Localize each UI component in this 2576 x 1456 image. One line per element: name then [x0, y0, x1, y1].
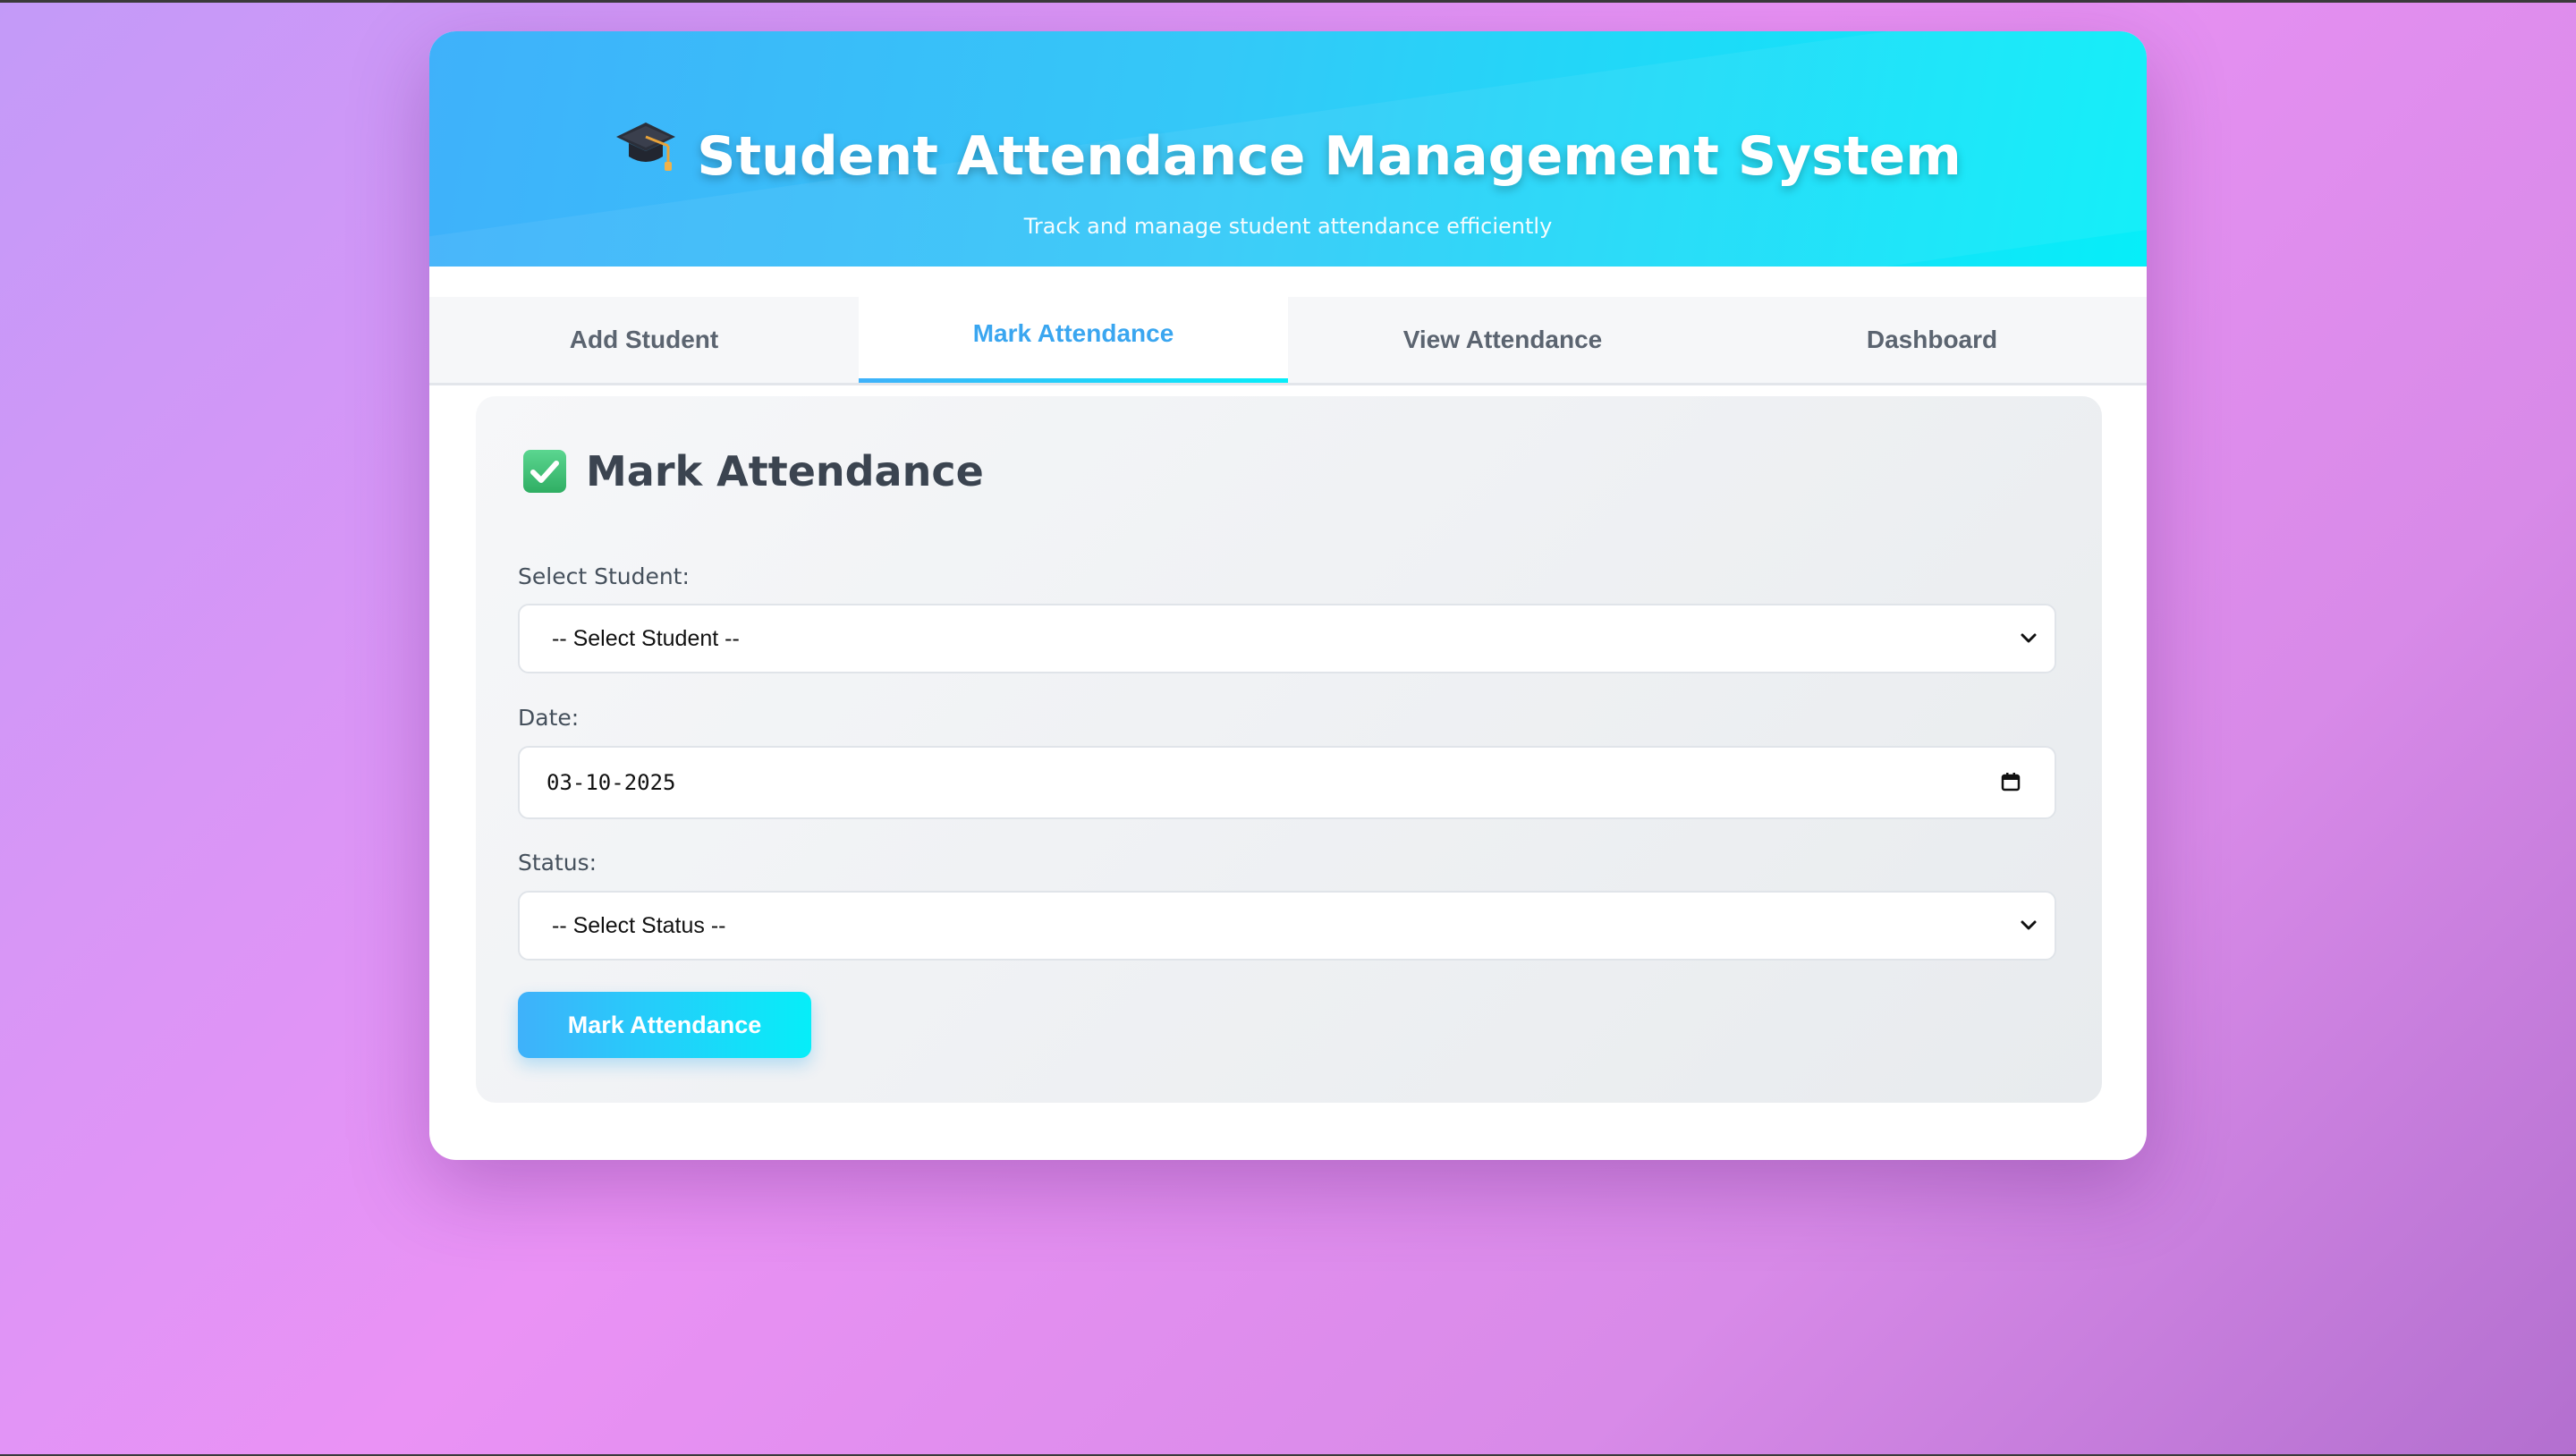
chevron-down-icon: [2019, 915, 2038, 935]
app-header: Student Attendance Management System Tra…: [429, 31, 2147, 267]
date-input-value: 03-10-2025: [547, 770, 676, 795]
tab-bar: Add Student Mark Attendance View Attenda…: [429, 293, 2147, 385]
calendar-icon[interactable]: [2001, 772, 2021, 791]
app-card: Student Attendance Management System Tra…: [429, 31, 2147, 1160]
mark-attendance-panel: Mark Attendance Select Student: -- Selec…: [476, 396, 2102, 1103]
student-select-label: Select Student:: [518, 563, 690, 589]
status-label: Status:: [518, 850, 597, 876]
student-select-value: -- Select Student --: [552, 626, 740, 651]
window-top-border: [0, 0, 2576, 3]
date-label: Date:: [518, 705, 580, 731]
status-select[interactable]: -- Select Status --: [518, 891, 2056, 961]
section-heading-text: Mark Attendance: [586, 447, 984, 495]
checkmark-box-icon: [523, 449, 566, 493]
page-subtitle: Track and manage student attendance effi…: [1023, 214, 1553, 239]
student-select[interactable]: -- Select Student --: [518, 604, 2056, 673]
page-title: Student Attendance Management System: [429, 121, 2147, 196]
title-text: Student Attendance Management System: [697, 125, 1962, 188]
tab-add-student[interactable]: Add Student: [429, 297, 859, 383]
tab-view-attendance[interactable]: View Attendance: [1288, 297, 1717, 383]
graduation-cap-icon: [614, 119, 677, 192]
section-heading: Mark Attendance: [523, 443, 984, 500]
date-input[interactable]: 03-10-2025: [518, 746, 2056, 819]
tab-mark-attendance[interactable]: Mark Attendance: [859, 293, 1288, 383]
tab-dashboard[interactable]: Dashboard: [1717, 297, 2147, 383]
chevron-down-icon: [2019, 628, 2038, 648]
mark-attendance-button[interactable]: Mark Attendance: [518, 992, 811, 1058]
status-select-value: -- Select Status --: [552, 913, 726, 938]
